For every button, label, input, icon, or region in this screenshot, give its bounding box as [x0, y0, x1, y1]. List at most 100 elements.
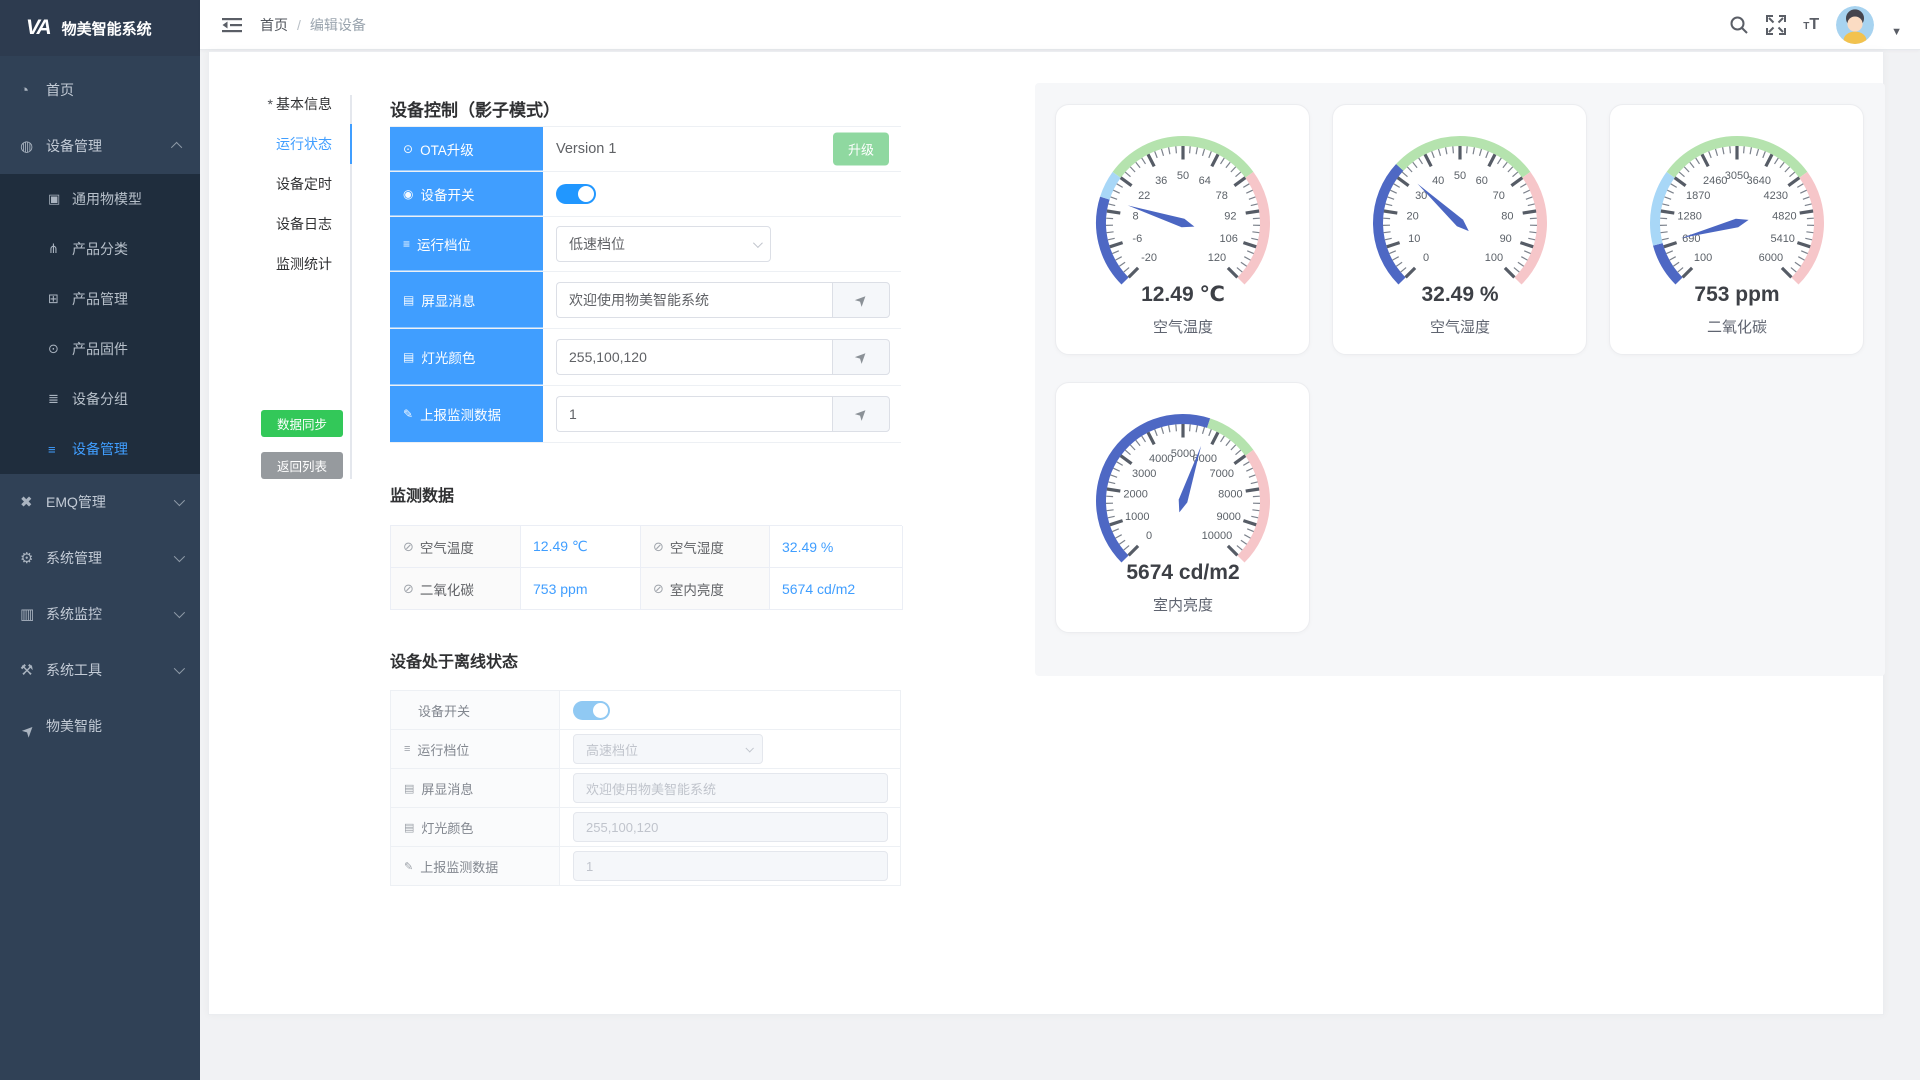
sidebar-item-device-group[interactable]: ≣ 设备分组 — [0, 374, 200, 424]
light-color-input[interactable] — [556, 339, 832, 375]
tab-monitor-stats[interactable]: 监测统计 — [209, 244, 350, 284]
screen-message-input[interactable] — [556, 282, 832, 318]
svg-text:36: 36 — [1155, 175, 1167, 187]
ota-icon: ⊙ — [403, 142, 413, 156]
svg-text:60: 60 — [1476, 175, 1488, 187]
svg-text:80: 80 — [1501, 211, 1513, 223]
gauge-icon: ⊘ — [403, 581, 414, 597]
tab-device-log[interactable]: 设备日志 — [209, 204, 350, 244]
firmware-version: Version 1 — [556, 141, 616, 157]
data-sync-button[interactable]: 数据同步 — [261, 410, 343, 437]
gauge-icon: ⊘ — [653, 581, 664, 597]
svg-text:二氧化碳: 二氧化碳 — [1707, 319, 1767, 336]
svg-text:0: 0 — [1423, 252, 1429, 264]
screen-message-icon: ▤ — [404, 782, 414, 795]
offline-color-label: ▤灯光颜色 — [391, 808, 560, 846]
tab-basic-info[interactable]: *基本信息 — [209, 84, 350, 124]
offline-message-input — [573, 773, 888, 803]
send-icon: ➤ — [850, 289, 872, 311]
light-color-group: ➤ — [556, 339, 890, 375]
sidebar-item-label: 通用物模型 — [72, 189, 182, 209]
sidebar-item-wumei[interactable]: ➤ 物美智能 — [0, 698, 200, 754]
tab-label: 运行状态 — [276, 136, 332, 152]
svg-text:6000: 6000 — [1759, 252, 1783, 264]
avatar-image — [1836, 6, 1874, 44]
svg-text:7000: 7000 — [1210, 468, 1234, 480]
field-label: 灯光颜色 — [421, 347, 475, 367]
svg-text:92: 92 — [1224, 211, 1236, 223]
chevron-down-icon — [753, 238, 763, 248]
sidebar-item-system-monitor[interactable]: ▥ 系统监控 — [0, 586, 200, 642]
breadcrumb-current: 编辑设备 — [310, 15, 366, 35]
sidebar-item-device-list[interactable]: ≡ 设备管理 — [0, 424, 200, 474]
content: *基本信息 运行状态 设备定时 设备日志 监测统计 数据同步 返回列表 设备控制… — [200, 50, 1920, 1080]
offline-report-input — [573, 851, 888, 881]
font-size-icon[interactable]: TT — [1803, 16, 1819, 34]
gauge-card-temp: -20-6822365064789210612012.49 ℃空气温度 — [1055, 104, 1310, 355]
monitor-value-temp: 12.49 ℃ — [521, 526, 641, 568]
tab-label: 监测统计 — [276, 256, 332, 272]
avatar[interactable] — [1836, 6, 1874, 44]
sidebar-item-device-mgmt[interactable]: ◍ 设备管理 — [0, 118, 200, 174]
svg-text:70: 70 — [1493, 190, 1505, 202]
sidebar-item-thing-model[interactable]: ▣ 通用物模型 — [0, 174, 200, 224]
report-data-input[interactable] — [556, 396, 832, 432]
field-label: 上报监测数据 — [420, 404, 501, 424]
ota-value: Version 1 升级 — [543, 127, 901, 171]
offline-gear-value: 高速档位 — [560, 730, 900, 768]
offline-color-input — [573, 812, 888, 842]
svg-text:10: 10 — [1408, 233, 1420, 245]
gauge-card-brightness: 0100020003000400050006000700080009000100… — [1055, 382, 1310, 633]
field-label: 设备开关 — [420, 184, 474, 204]
field-label: 上报监测数据 — [420, 857, 498, 876]
device-mgmt-icon: ◍ — [20, 137, 46, 155]
sidebar-item-home[interactable]: ◔ 首页 — [0, 62, 200, 118]
sidebar-item-label: 产品分类 — [72, 239, 182, 259]
run-level-select[interactable]: 低速档位 — [556, 226, 771, 262]
category-icon: ⋔ — [48, 241, 72, 257]
offline-message-value — [560, 769, 900, 807]
message-label: ▤ 屏显消息 — [390, 272, 543, 328]
fullscreen-icon[interactable] — [1766, 15, 1786, 35]
svg-text:5410: 5410 — [1770, 233, 1794, 245]
field-label: 运行档位 — [417, 740, 469, 759]
send-button[interactable]: ➤ — [832, 282, 890, 318]
tab-device-timer[interactable]: 设备定时 — [209, 164, 350, 204]
svg-text:78: 78 — [1216, 190, 1228, 202]
svg-text:106: 106 — [1220, 233, 1238, 245]
form-row-color: ▤ 灯光颜色 ➤ — [390, 329, 901, 386]
sidebar-item-product-category[interactable]: ⋔ 产品分类 — [0, 224, 200, 274]
back-to-list-button[interactable]: 返回列表 — [261, 452, 343, 479]
sidebar-item-product-mgmt[interactable]: ⊞ 产品管理 — [0, 274, 200, 324]
monitor-value-humidity: 32.49 % — [770, 526, 903, 568]
svg-text:-6: -6 — [1132, 233, 1142, 245]
sidebar-item-system-mgmt[interactable]: ⚙ 系统管理 — [0, 530, 200, 586]
tab-running-status[interactable]: 运行状态 — [209, 124, 350, 164]
upgrade-button[interactable]: 升级 — [833, 133, 889, 166]
svg-text:1870: 1870 — [1686, 190, 1710, 202]
caret-down-icon[interactable]: ▼ — [1891, 26, 1902, 38]
app-root: VA 物美智能系统 ◔ 首页 ◍ 设备管理 ▣ 通用物模型 ⋔ 产品分类 — [0, 0, 1920, 1080]
offline-switch-label: 设备开关 — [391, 691, 560, 729]
gauge-svg: 0100020003000400050006000700080009000100… — [1056, 383, 1309, 632]
monitor-label-temp: ⊘空气温度 — [391, 526, 521, 568]
send-button[interactable]: ➤ — [832, 396, 890, 432]
sidebar-item-firmware[interactable]: ⊙ 产品固件 — [0, 324, 200, 374]
field-label: 灯光颜色 — [421, 818, 473, 837]
device-switch-toggle[interactable] — [556, 184, 596, 204]
breadcrumb-home[interactable]: 首页 — [260, 15, 288, 35]
sidebar-item-label: 设备分组 — [72, 389, 182, 409]
gauge-card-humidity: 010203040506070809010032.49 %空气湿度 — [1332, 104, 1587, 355]
send-button[interactable]: ➤ — [832, 339, 890, 375]
sidebar-item-system-tools[interactable]: ⚒ 系统工具 — [0, 642, 200, 698]
search-icon[interactable] — [1729, 15, 1749, 35]
device-list-icon: ≡ — [48, 442, 72, 457]
svg-text:室内亮度: 室内亮度 — [1153, 597, 1213, 614]
sidebar-item-emq[interactable]: ✖ EMQ管理 — [0, 474, 200, 530]
switch-icon: ◉ — [403, 187, 413, 201]
monitor-value-brightness: 5674 cd/m2 — [770, 568, 903, 610]
field-label: 屏显消息 — [421, 779, 473, 798]
sidebar-collapse-icon[interactable] — [222, 17, 242, 33]
topbar: 首页 / 编辑设备 TT — [200, 0, 1920, 50]
offline-row-message: ▤ 屏显消息 — [391, 769, 900, 808]
